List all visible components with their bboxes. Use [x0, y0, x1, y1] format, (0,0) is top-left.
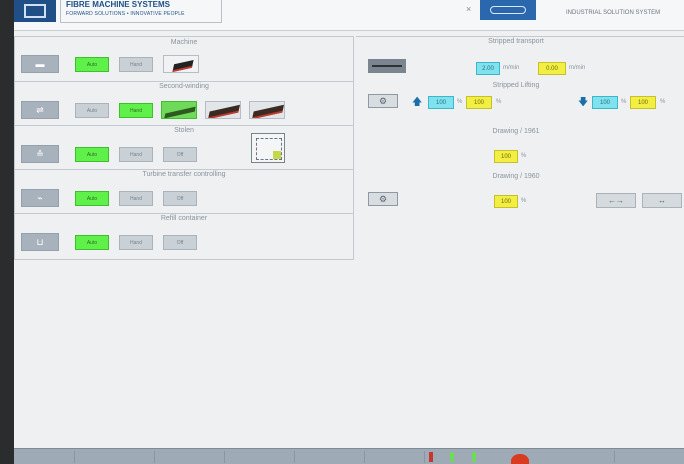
drawing2-title: Drawing / 1960 — [492, 173, 540, 180]
machine-icon[interactable]: ▬ — [21, 55, 59, 73]
green-mode-shape-icon — [164, 106, 196, 118]
taskbar-cell-7[interactable] — [554, 451, 615, 463]
lifting-title: Stripped Lifting — [492, 82, 540, 89]
status-lamp-red-icon — [429, 452, 433, 462]
screen-bezel — [0, 0, 14, 464]
section-second-winding: Second-winding ⇌ Auto Hand — [15, 81, 353, 126]
winding-hand-button[interactable]: Hand — [119, 103, 153, 118]
turbine-icon[interactable]: ⌁ — [21, 189, 59, 207]
drawing2-unit: % — [521, 198, 527, 204]
hmi-screen: FIBRE MACHINE SYSTEMS FORWARD SOLUTIONS … — [14, 0, 684, 464]
taskbar-cell-6[interactable] — [364, 451, 425, 463]
lift-down-value-b[interactable]: 100 — [630, 96, 656, 109]
refill-hand-button[interactable]: Hand — [119, 235, 153, 250]
company-name: FIBRE MACHINE SYSTEMS — [66, 0, 171, 9]
transport-unit-b: m/min — [569, 65, 586, 71]
bottom-taskbar — [14, 448, 684, 464]
refill-auto-button[interactable]: Auto — [75, 235, 109, 250]
turbine-glyph-icon: ⌁ — [37, 192, 43, 203]
section-stolen: Stolen ≙ Auto Hand Off — [15, 125, 353, 170]
transport-line-icon[interactable] — [368, 59, 406, 73]
header-bar: FIBRE MACHINE SYSTEMS FORWARD SOLUTIONS … — [14, 0, 684, 31]
drawing2-value[interactable]: 100 — [494, 195, 518, 208]
emergency-stop-icon[interactable] — [511, 454, 529, 464]
turbine-off-button[interactable]: Off — [163, 191, 197, 206]
winding-mode-green-icon[interactable] — [161, 101, 197, 119]
winding-icon[interactable]: ⇌ — [21, 101, 59, 119]
lift-down-value-a[interactable]: 100 — [592, 96, 618, 109]
transport-speed-a[interactable]: 2.00 — [476, 62, 500, 75]
section-refill: Refill container ⊔ Auto Hand Off — [15, 213, 353, 259]
lift-up-arrow-icon: 🡅 — [412, 97, 423, 108]
machine-brush-icon[interactable] — [163, 55, 199, 73]
winding-glyph-icon: ⇌ — [36, 104, 44, 115]
company-tagline: FORWARD SOLUTIONS • INNOVATIVE PEOPLE — [66, 11, 185, 17]
lift-down-sep: % — [621, 99, 627, 105]
system-name: INDUSTRIAL SOLUTION SYSTEM — [566, 10, 661, 16]
section-title-stolen: Stolen — [174, 127, 194, 134]
section-title-machine: Machine — [170, 39, 198, 46]
drawing-expand-button[interactable]: ←→ — [596, 193, 636, 208]
stolen-auto-button[interactable]: Auto — [75, 147, 109, 162]
transport-unit-a: m/min — [503, 65, 520, 71]
company-logo — [14, 0, 56, 22]
right-control-panel: Stripped transport 2.00 m/min 0.00 m/min… — [356, 36, 684, 216]
section-title-turbine: Turbine transfer controlling — [142, 171, 226, 178]
machine-glyph-icon: ▬ — [35, 59, 45, 69]
drawing1-unit: % — [521, 153, 527, 159]
section-title-second-winding: Second-winding — [159, 83, 209, 90]
lift-up-unit: % — [496, 99, 502, 105]
drawing1-value[interactable]: 100 — [494, 150, 518, 163]
lift-down-arrow-icon: 🡇 — [578, 97, 589, 108]
drawing-contract-button[interactable]: ↔ — [642, 193, 682, 208]
status-lamp-green-icon — [450, 452, 454, 462]
winding-mode-brush-icon[interactable] — [205, 101, 241, 119]
stolen-icon[interactable]: ≙ — [21, 145, 59, 163]
taskbar-cell-8[interactable] — [614, 451, 684, 463]
lift-up-value-b[interactable]: 100 — [466, 96, 492, 109]
system-logo — [480, 0, 536, 20]
refill-glyph-icon: ⊔ — [36, 236, 44, 247]
refill-off-button[interactable]: Off — [163, 235, 197, 250]
lifting-gear-icon[interactable]: ⚙ — [368, 94, 398, 108]
brush-shape-icon — [207, 104, 240, 118]
turbine-auto-button[interactable]: Auto — [75, 191, 109, 206]
transport-speed-b[interactable]: 0.00 — [538, 62, 566, 75]
left-control-panel: Machine ▬ Auto Hand Second-winding ⇌ Aut… — [14, 36, 354, 260]
drawing-gear-icon[interactable]: ⚙ — [368, 192, 398, 206]
lift-up-sep: % — [457, 99, 463, 105]
section-turbine: Turbine transfer controlling ⌁ Auto Hand… — [15, 169, 353, 214]
taskbar-cell-3[interactable] — [154, 451, 225, 463]
lift-up-value-a[interactable]: 100 — [428, 96, 454, 109]
transport-title: Stripped transport — [488, 38, 544, 45]
refill-icon[interactable]: ⊔ — [21, 233, 59, 251]
status-lamp-green2-icon — [472, 452, 476, 462]
close-icon[interactable]: × — [466, 4, 471, 14]
machine-hand-button[interactable]: Hand — [119, 57, 153, 72]
section-machine: Machine ▬ Auto Hand — [15, 37, 353, 82]
taskbar-cell-1[interactable] — [14, 451, 75, 463]
winding-auto-button[interactable]: Auto — [75, 103, 109, 118]
stolen-glyph-icon: ≙ — [36, 148, 44, 159]
stolen-off-button[interactable]: Off — [163, 147, 197, 162]
brush-shape-icon — [172, 59, 194, 72]
taskbar-cell-5[interactable] — [294, 451, 365, 463]
brush-shape-icon — [251, 104, 284, 118]
winding-mode-brush2-icon[interactable] — [249, 101, 285, 119]
clipboard-icon[interactable] — [251, 133, 285, 163]
section-title-refill: Refill container — [160, 215, 208, 222]
taskbar-cell-2[interactable] — [74, 451, 155, 463]
taskbar-cell-4[interactable] — [224, 451, 295, 463]
stolen-hand-button[interactable]: Hand — [119, 147, 153, 162]
machine-auto-button[interactable]: Auto — [75, 57, 109, 72]
drawing1-title: Drawing / 1961 — [492, 128, 540, 135]
turbine-hand-button[interactable]: Hand — [119, 191, 153, 206]
lift-down-unit: % — [660, 99, 666, 105]
